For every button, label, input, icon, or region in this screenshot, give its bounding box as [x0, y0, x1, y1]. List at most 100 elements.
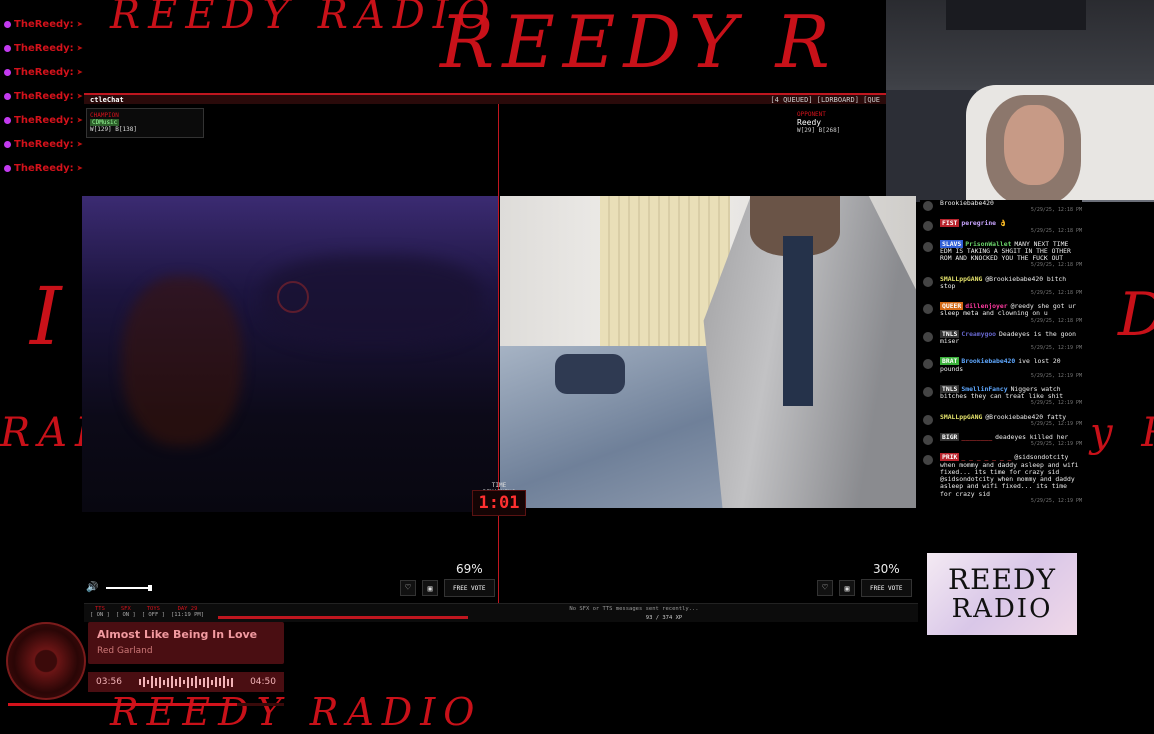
chat-message: SMALLppGANG @Brookiebabe420 fatty 5/29/25,… [920, 413, 1082, 428]
background-title-right: REEDY R [440, 0, 838, 84]
toys-value: [ OFF ] [141, 612, 165, 618]
chat-avatar[interactable] [923, 201, 933, 211]
chat-message: BRAT Brookiebabe420 ive lost 20 pounds 5/29… [920, 357, 1082, 380]
sender-row: TheReedy: ➤ [4, 132, 96, 156]
waveform-bar [175, 678, 177, 686]
left-vote-percent: 69% [456, 562, 483, 576]
waveform-bar [187, 676, 189, 688]
song-artist: Red Garland [97, 646, 153, 656]
waveform-bar [139, 679, 141, 685]
chat-username[interactable]: peregrine [961, 219, 996, 227]
waveform-bar [171, 676, 173, 688]
current-time: 03:56 [96, 677, 122, 687]
waveform-bar [151, 676, 153, 688]
chat-avatar[interactable] [923, 435, 933, 446]
left-vote-controls: ♡ ▣ FREE VOTE [400, 579, 495, 597]
chat-text: 👌 [999, 219, 1007, 228]
song-progress-fill [8, 703, 238, 706]
waveform-bar [183, 680, 185, 684]
sender-name: TheReedy: [14, 114, 74, 126]
sender-row: TheReedy: ➤ [4, 60, 96, 84]
toys-toggle[interactable]: TOYS[ OFF ] [142, 606, 165, 618]
webcam-wall-frame [946, 0, 1086, 30]
chat-username[interactable]: Creamygoo [961, 330, 996, 338]
champion-label: CHAMPION [90, 112, 119, 119]
waveform-bar [163, 679, 165, 685]
background-title-bottom: REEDY RADIO [110, 690, 483, 734]
xp-progress-bar [218, 616, 468, 619]
sender-row: TheReedy: ➤ [4, 36, 96, 60]
sender-name: TheReedy: [14, 42, 74, 54]
left-free-vote-button[interactable]: FREE VOTE [444, 579, 495, 597]
sender-dot-icon [4, 44, 11, 52]
right-video-shirt [783, 236, 813, 406]
chat-username[interactable]: SMALLppGANG [940, 413, 982, 421]
status-toggles: TTS[ ON ] SFX[ ON ] TOYS[ OFF ] DAY 29 [1… [90, 606, 204, 618]
chat-timestamp: 5/29/25, 12:19 PM [1030, 372, 1082, 379]
chat-avatar[interactable] [923, 359, 933, 370]
left-contestant-video [82, 196, 498, 512]
waveform-bar [207, 676, 209, 688]
chat-badge: BIGR [940, 433, 960, 442]
chat-message: BIGR ________ deadeyes killed her 5/29/25, … [920, 433, 1082, 448]
sfx-toggle[interactable]: SFX[ ON ] [116, 606, 136, 618]
waveform-bar [195, 676, 197, 688]
chat-avatar[interactable] [923, 387, 933, 398]
volume-slider[interactable] [106, 584, 153, 591]
chat-avatar[interactable] [923, 455, 933, 466]
opponent-name: Reedy [797, 118, 822, 127]
status-message: No SFX or TTS messages sent recently... [569, 606, 699, 612]
waveform-bar [191, 678, 193, 686]
battle-header-links[interactable]: [4 QUEUED] [LDRBOARD] [QUE [770, 96, 880, 104]
chat-timestamp: 5/29/25, 12:19 PM [1030, 420, 1082, 427]
chat-avatar[interactable] [923, 276, 933, 287]
sender-dot-icon [4, 140, 11, 148]
chat-message: SLAVS PrisonWallet MANY NEXT TIME EDM IS T… [920, 239, 1082, 270]
xp-counter: 93 / 374 XP [645, 615, 683, 621]
chat-username[interactable]: ________ [961, 433, 992, 441]
chat-avatar[interactable] [923, 414, 933, 425]
volume-slider-knob[interactable] [148, 584, 153, 591]
left-heart-icon[interactable]: ♡ [400, 580, 416, 596]
waveform-bar [231, 677, 233, 687]
album-art [6, 622, 86, 700]
sender-arrow-icon: ➤ [76, 17, 84, 31]
chat-badge: FIST [940, 219, 960, 228]
champion-name: CDMusic [90, 119, 120, 126]
chat-avatar[interactable] [923, 241, 933, 252]
right-vote-percent: 30% [873, 562, 900, 576]
waveform-bar [179, 677, 181, 687]
chat-avatar[interactable] [923, 304, 933, 315]
right-free-vote-button[interactable]: FREE VOTE [861, 579, 912, 597]
waveform-bar [159, 676, 161, 688]
right-video-pillow [555, 354, 625, 394]
sender-arrow-icon: ➤ [76, 65, 84, 79]
chat-text: Brookiebabe420 [940, 200, 994, 207]
opponent-label: OPPONENT [797, 111, 826, 118]
background-letter: I [30, 270, 70, 363]
volume-control[interactable]: 🔊 [86, 582, 153, 593]
left-bag-icon[interactable]: ▣ [422, 580, 438, 596]
right-heart-icon[interactable]: ♡ [817, 580, 833, 596]
chat-message: PRIK _ _ _ _ _ _ _ @sidsondotcity when mom… [920, 453, 1082, 504]
webcam-face [1004, 105, 1064, 185]
chat-username[interactable]: Brookiebabe420 [961, 357, 1015, 365]
chat-avatar[interactable] [923, 331, 933, 342]
chat-avatar[interactable] [923, 221, 933, 232]
volume-icon[interactable]: 🔊 [86, 582, 98, 593]
sender-name: TheReedy: [14, 162, 74, 174]
day-clock: DAY 29 [11:19 PM] [171, 606, 204, 618]
waveform-bar [227, 678, 229, 686]
right-contestant-video [500, 196, 916, 508]
battle-timer: 1:01 [472, 490, 526, 516]
waveform-bar [155, 678, 157, 686]
tts-toggle[interactable]: TTS[ ON ] [90, 606, 110, 618]
waveform-bar [203, 677, 205, 687]
chat-timestamp: 5/29/25, 12:19 PM [1030, 441, 1082, 448]
background-letter-right: D [1118, 280, 1154, 350]
streamer-webcam [886, 0, 1154, 202]
right-bag-icon[interactable]: ▣ [839, 580, 855, 596]
sender-arrow-icon: ➤ [76, 161, 84, 175]
battle-divider [498, 104, 499, 604]
chat-message: TNLS Creamygoo Deadeyes is the goon miser 5… [920, 329, 1082, 353]
